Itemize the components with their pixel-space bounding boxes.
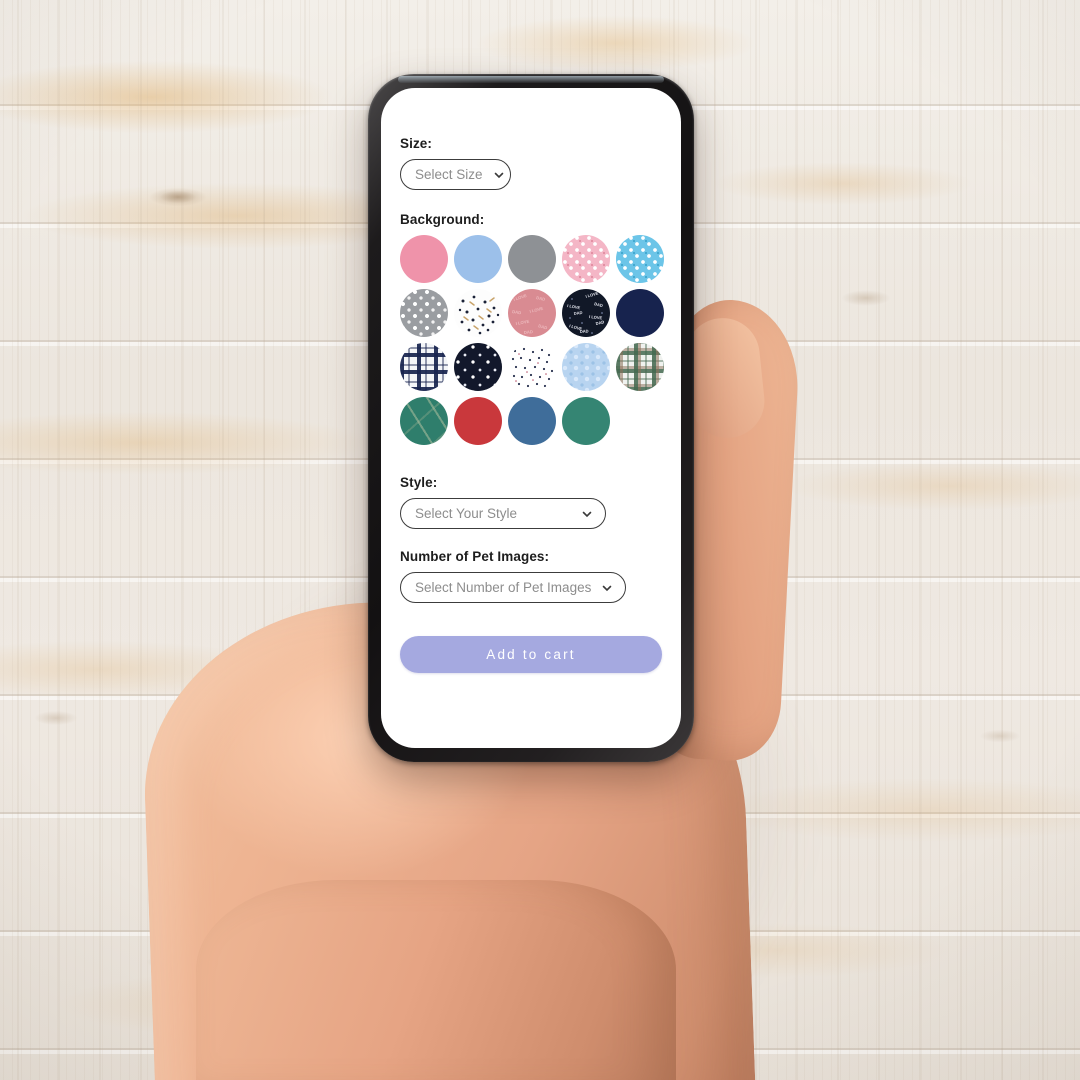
svg-text:I LOVE: I LOVE xyxy=(529,306,544,314)
svg-text:DAD: DAD xyxy=(536,295,546,302)
svg-text:DAD: DAD xyxy=(538,323,548,330)
paw-and-bone-pattern-icon xyxy=(458,295,500,335)
background-label: Background: xyxy=(400,212,485,227)
swatch-pink-polka-dot[interactable] xyxy=(562,235,610,283)
swatch-green-stick-pattern[interactable] xyxy=(400,397,448,445)
wrist xyxy=(196,880,676,1080)
swatch-navy-dotted[interactable] xyxy=(454,343,502,391)
scattered-dot-pattern-icon xyxy=(511,347,554,388)
size-select[interactable]: Select Size xyxy=(400,159,511,190)
style-select[interactable]: Select Your Style xyxy=(400,498,606,529)
chevron-down-icon xyxy=(603,585,612,591)
size-select-placeholder: Select Size xyxy=(415,167,483,182)
swatch-solid-teal-green[interactable] xyxy=(562,397,610,445)
svg-text:I LOVE: I LOVE xyxy=(585,290,599,299)
swatch-solid-navy[interactable] xyxy=(616,289,664,337)
swatch-solid-pink[interactable] xyxy=(400,235,448,283)
swatch-gray-polka-dot[interactable] xyxy=(400,289,448,337)
svg-text:I LOVE: I LOVE xyxy=(513,293,528,302)
swatch-white-scattered-dots[interactable] xyxy=(508,343,556,391)
i-love-dad-text-pattern-icon: I LOVE DAD I LOVE DAD I LOVE DAD I LOVE … xyxy=(567,290,606,334)
phone-screen: Size: Select Size Background: I LOVE DAD… xyxy=(381,88,681,748)
pet-images-label: Number of Pet Images: xyxy=(400,549,550,564)
cart-area: Add to cart xyxy=(400,636,662,673)
swatch-light-blue-dotted[interactable] xyxy=(562,343,610,391)
svg-text:DAD: DAD xyxy=(573,310,582,316)
chevron-down-icon xyxy=(582,511,592,517)
style-select-placeholder: Select Your Style xyxy=(415,506,518,521)
swatch-sky-blue-polka-dot[interactable] xyxy=(616,235,664,283)
swatch-solid-cornflower-blue[interactable] xyxy=(454,235,502,283)
svg-text:I LOVE: I LOVE xyxy=(515,319,530,326)
chevron-down-icon xyxy=(494,172,503,178)
phone-device: Size: Select Size Background: I LOVE DAD… xyxy=(368,74,694,762)
style-label: Style: xyxy=(400,475,438,490)
svg-text:DAD: DAD xyxy=(594,301,604,308)
svg-text:DAD: DAD xyxy=(580,328,589,334)
swatch-navy-white-plaid[interactable] xyxy=(400,343,448,391)
add-to-cart-button[interactable]: Add to cart xyxy=(400,636,662,673)
background-swatch-grid: I LOVE DAD DAD I LOVE I LOVE DAD DAD I L… xyxy=(400,235,664,445)
size-label: Size: xyxy=(400,136,433,151)
swatch-solid-steel-blue[interactable] xyxy=(508,397,556,445)
swatch-navy-i-love-dad-text[interactable]: I LOVE DAD I LOVE DAD I LOVE DAD I LOVE … xyxy=(562,289,610,337)
swatch-rose-i-love-dad-text[interactable]: I LOVE DAD DAD I LOVE I LOVE DAD DAD xyxy=(508,289,556,337)
product-options-form: Size: Select Size Background: I LOVE DAD… xyxy=(381,88,681,748)
pet-images-select-placeholder: Select Number of Pet Images xyxy=(415,580,592,595)
pet-images-select[interactable]: Select Number of Pet Images xyxy=(400,572,626,603)
i-love-dad-text-pattern-icon: I LOVE DAD DAD I LOVE I LOVE DAD DAD xyxy=(512,293,548,335)
svg-text:DAD: DAD xyxy=(512,309,522,315)
swatch-solid-red[interactable] xyxy=(454,397,502,445)
svg-text:DAD: DAD xyxy=(595,319,605,326)
svg-text:I LOVE: I LOVE xyxy=(567,303,581,310)
swatch-white-paw-and-bone[interactable] xyxy=(454,289,502,337)
scene: Size: Select Size Background: I LOVE DAD… xyxy=(0,0,1080,1080)
svg-text:DAD: DAD xyxy=(524,329,534,335)
swatch-solid-gray[interactable] xyxy=(508,235,556,283)
swatch-green-brown-plaid[interactable] xyxy=(616,343,664,391)
